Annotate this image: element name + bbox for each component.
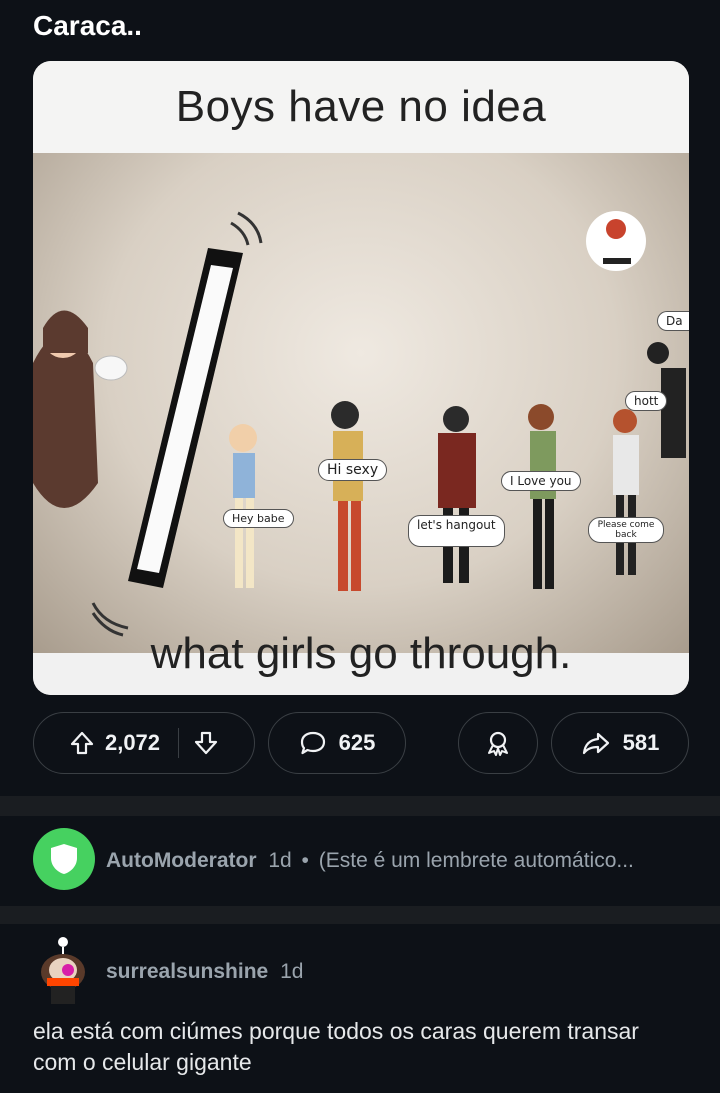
award-icon [484,729,512,757]
bubble-lets-hangout: let's hangout [408,515,505,547]
meme-illustration-art [33,211,686,637]
meme-top-text: Boys have no idea [33,61,689,153]
comment-bubble-icon [299,730,327,756]
meme-bottom-text: what girls go through. [150,629,572,678]
comment-preview: (Este é um lembrete automático... [318,849,634,872]
downvote-icon[interactable] [193,730,219,756]
vote-control: 2,072 [33,712,255,774]
comment-header: AutoModerator 1d • (Este é um lembrete a… [106,849,634,873]
bubble-hott: hott [625,391,668,411]
post-image[interactable]: Boys have no idea Hey babe Hi sexy let's… [33,61,689,695]
avatar[interactable] [33,828,95,890]
comment-surrealsunshine[interactable]: surrealsunshine 1d ela está com ciúmes p… [0,924,720,1093]
upvote-icon[interactable] [69,730,95,756]
post-title: Caraca.. [33,10,142,41]
meta-separator: • [301,849,309,872]
section-divider [0,796,720,816]
meme-illustration: Hey babe Hi sexy let's hangout I Love yo… [33,153,689,653]
bubble-please-come-back: Please come back [588,517,664,543]
comments-button[interactable]: 625 [268,712,406,774]
comment-age: 1d [280,960,304,983]
comment-count: 625 [338,730,376,755]
vote-divider [178,728,180,758]
share-arrow-icon [581,730,611,756]
share-button[interactable]: 581 [551,712,689,774]
upvote-count: 2,072 [104,730,161,755]
snoo-avatar-icon [41,937,85,1004]
comment-age: 1d [268,849,292,872]
comment-author[interactable]: surrealsunshine [106,960,268,983]
section-divider [0,906,720,924]
award-button[interactable] [458,712,538,774]
meme-bottom-text-band: what girls go through. [33,629,689,695]
comment-author[interactable]: AutoModerator [106,849,257,872]
bubble-hey-babe: Hey babe [223,509,294,528]
comment-header: surrealsunshine 1d [106,960,303,984]
bubble-hi-sexy: Hi sexy [318,459,388,481]
comment-automoderator[interactable]: AutoModerator 1d • (Este é um lembrete a… [0,816,720,906]
shield-icon [49,842,79,876]
bubble-da: Da [657,311,689,331]
avatar[interactable] [33,934,95,1006]
bubble-i-love-you: I Love you [501,471,581,491]
comment-body: ela está com ciúmes porque todos os cara… [33,1018,639,1075]
share-count: 581 [622,730,660,755]
